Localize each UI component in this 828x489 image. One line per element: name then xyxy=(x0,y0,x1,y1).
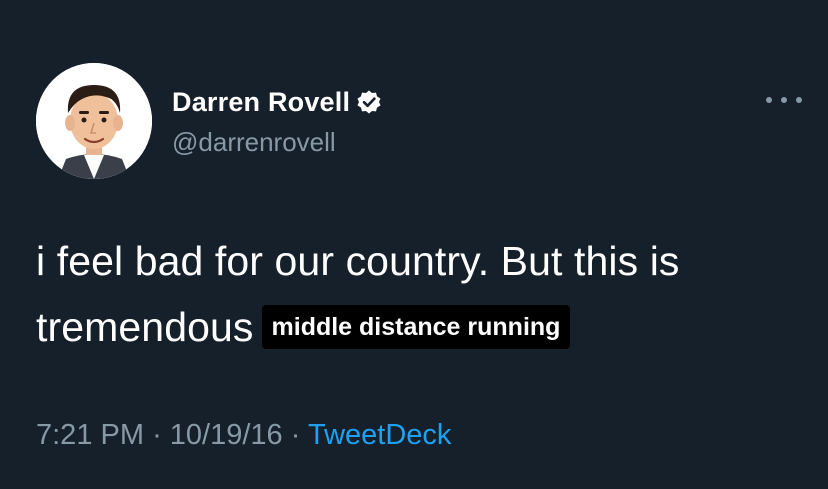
tweet-source-link[interactable]: TweetDeck xyxy=(308,419,451,451)
tweet-time[interactable]: 7:21 PM xyxy=(36,419,144,451)
tweet-meta: 7:21 PM · 10/19/16 · TweetDeck xyxy=(36,419,451,452)
more-dot xyxy=(781,97,787,103)
cartoon-avatar-icon xyxy=(36,63,152,179)
tweet-date[interactable]: 10/19/16 xyxy=(170,419,283,451)
user-handle[interactable]: @darrenrovell xyxy=(172,127,336,158)
meta-separator: · xyxy=(290,419,301,451)
display-name[interactable]: Darren Rovell xyxy=(172,87,350,118)
avatar[interactable] xyxy=(36,63,152,179)
more-dot xyxy=(796,97,802,103)
tweet-text-block: i feel bad for our country. But this is … xyxy=(36,228,796,360)
tweet-card: Darren Rovell @darrenrovell i feel bad f… xyxy=(0,0,828,489)
more-options-icon[interactable] xyxy=(766,92,802,108)
overlay-label: middle distance running xyxy=(261,305,571,349)
meta-separator: · xyxy=(152,419,162,451)
verified-badge-icon xyxy=(356,89,382,115)
name-row: Darren Rovell xyxy=(172,86,382,118)
more-dot xyxy=(766,97,772,103)
